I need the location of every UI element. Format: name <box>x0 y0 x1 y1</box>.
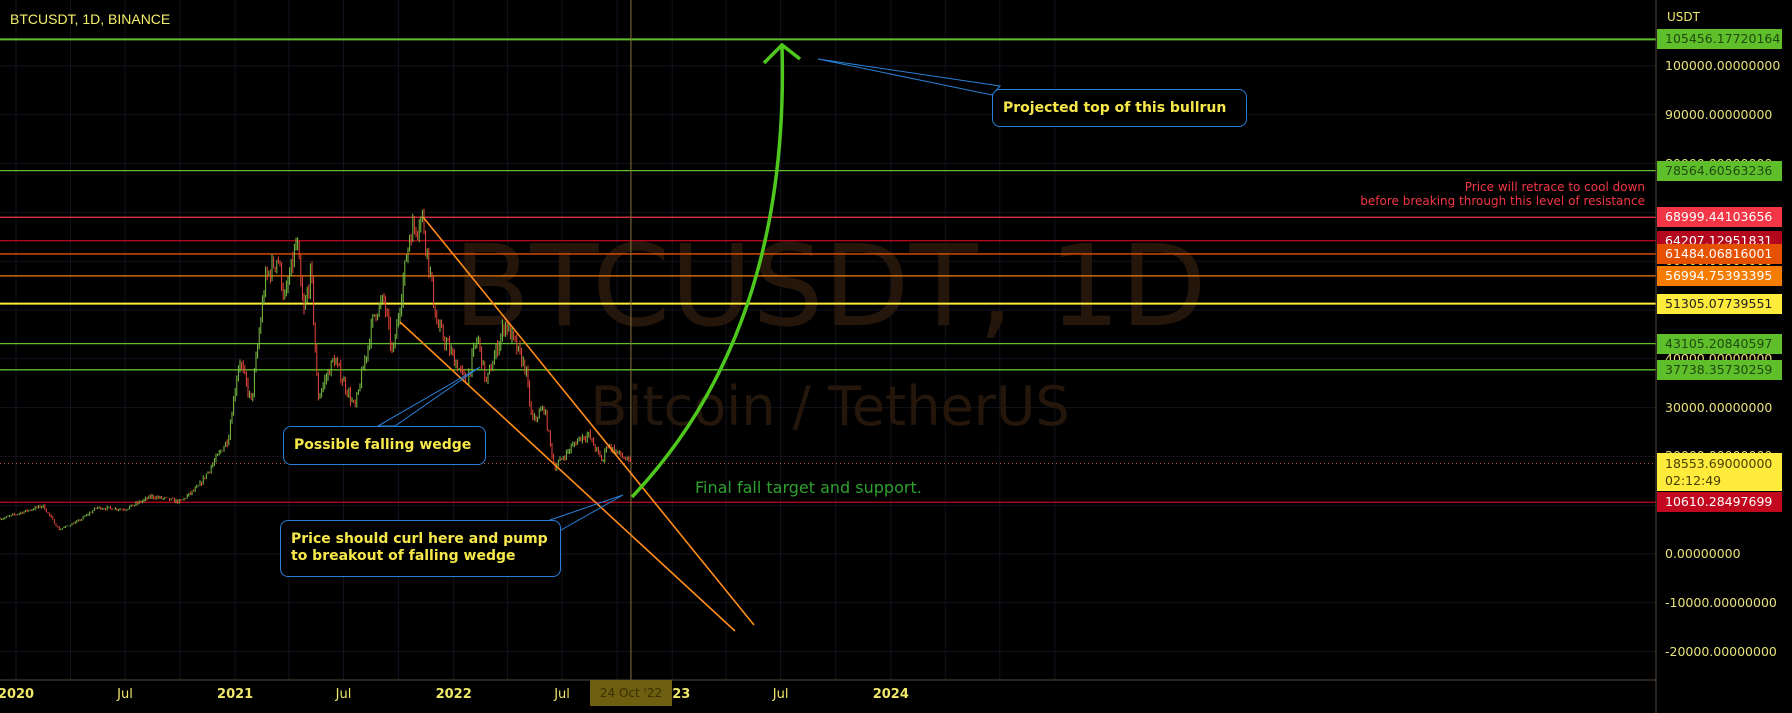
chart-title: BTCUSDT, 1D, BINANCE <box>10 11 171 27</box>
level-price-tag: 68999.44103656 <box>1657 207 1782 228</box>
retrace-note-line1: Price will retrace to cool down <box>1464 180 1645 194</box>
price-tick-label: 100000.00000000 <box>1665 58 1781 73</box>
level-price-tag: 105456.17720164 <box>1657 29 1782 50</box>
current-price-tag: 18553.69000000 02:12:49 <box>1657 453 1782 492</box>
callout-projected-top[interactable]: Projected top of this bullrun <box>992 89 1247 127</box>
price-axis-currency: USDT <box>1667 10 1700 24</box>
time-tick-label: Jul <box>772 687 789 702</box>
price-tick-label: 30000.00000000 <box>1665 399 1773 415</box>
callout-falling-wedge[interactable]: Possible falling wedge <box>283 426 486 465</box>
wedge-lower-line[interactable] <box>399 321 736 632</box>
time-tick-label: Jul <box>335 687 352 702</box>
callout-pointer-top <box>817 58 1001 96</box>
retrace-note-line2: before breaking through this level of re… <box>1360 194 1645 208</box>
price-tick-label: 90000.00000000 <box>1665 106 1773 122</box>
time-cursor-label: 24 Oct '22 <box>590 680 672 706</box>
callout-pointer-wedge <box>376 366 481 427</box>
level-price-tag: 78564.60563236 <box>1657 160 1782 181</box>
level-price-tag: 43105.20840597 <box>1657 333 1782 354</box>
time-tick-label: 2024 <box>872 687 909 702</box>
callout-curl-line1: Price should curl here and pump <box>291 531 548 547</box>
callout-pointer-curl <box>549 494 624 531</box>
level-price-tag: 10610.28497699 <box>1657 492 1782 513</box>
time-tick-label: 2021 <box>217 687 254 702</box>
watermark-name: Bitcoin / TetherUS <box>590 375 1069 438</box>
price-tick-label: -20000.00000000 <box>1665 643 1777 659</box>
current-price-value: 18553.69000000 <box>1665 456 1773 472</box>
level-price-tag: 37738.35730259 <box>1657 359 1782 380</box>
level-price-tag: 56994.75393395 <box>1657 265 1782 286</box>
price-tick-label: -10000.00000000 <box>1665 594 1777 610</box>
bar-countdown: 02:12:49 <box>1665 473 1722 489</box>
level-price-tag: 61484.06816001 <box>1657 243 1782 264</box>
price-tick-label: 0.00000000 <box>1665 546 1741 561</box>
time-tick-label: 2020 <box>0 687 35 702</box>
watermark-symbol: BTCUSDT, 1D <box>453 222 1206 352</box>
time-tick-label: 2022 <box>435 687 472 702</box>
callout-curl[interactable]: Price should curl here and pump to break… <box>280 520 561 577</box>
time-tick-label: Jul <box>117 687 133 702</box>
chart-canvas[interactable]: BTCUSDT, 1D Bitcoin / TetherUS <box>0 0 1792 713</box>
callout-curl-line2: to breakout of falling wedge <box>291 548 516 564</box>
time-tick-label: Jul <box>554 687 570 702</box>
retrace-note[interactable]: Price will retrace to cool down before b… <box>1360 180 1645 208</box>
final-target-text[interactable]: Final fall target and support. <box>695 478 922 497</box>
level-price-tag: 51305.07739551 <box>1657 293 1782 314</box>
